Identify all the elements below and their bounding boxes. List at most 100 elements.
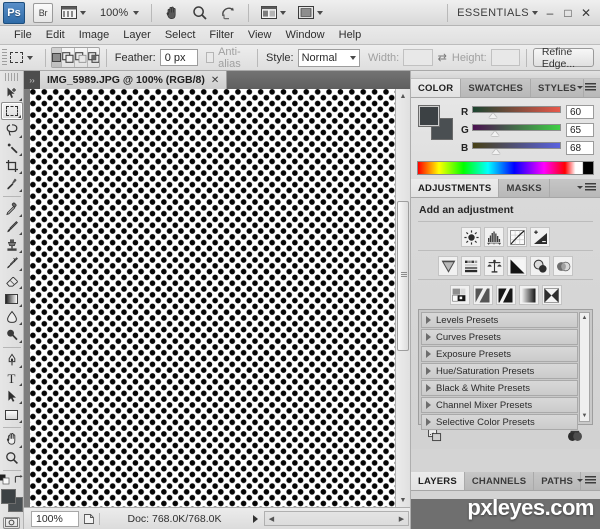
scroll-up-arrow-icon[interactable]: ▲ <box>580 313 589 323</box>
tab-layers[interactable]: LAYERS <box>411 472 465 490</box>
tab-paths[interactable]: PATHS <box>534 472 582 490</box>
rectangle-tool[interactable] <box>1 405 23 423</box>
image-canvas[interactable] <box>30 89 395 507</box>
adjustments-panel-menu-button[interactable] <box>577 183 596 192</box>
vibrance-icon[interactable] <box>438 256 458 276</box>
eraser-tool[interactable] <box>1 272 23 290</box>
channel-mixer-icon[interactable] <box>553 256 573 276</box>
zoom-level-dropdown[interactable]: 100% <box>94 3 143 23</box>
menu-select[interactable]: Select <box>158 27 203 43</box>
minimize-button[interactable]: – <box>541 5 559 21</box>
status-preview-icon[interactable] <box>79 513 99 525</box>
tab-channels[interactable]: CHANNELS <box>465 472 535 490</box>
red-value-input[interactable]: 60 <box>566 105 594 119</box>
width-input[interactable] <box>403 49 433 66</box>
green-slider-track[interactable] <box>472 123 561 137</box>
posterize-icon[interactable] <box>472 285 493 305</box>
preset-selective-color[interactable]: Selective Color Presets <box>421 414 578 430</box>
preset-hue-saturation[interactable]: Hue/Saturation Presets <box>421 363 578 379</box>
preset-levels[interactable]: Levels Presets <box>421 312 578 328</box>
black-and-white-icon[interactable] <box>507 256 527 276</box>
foreground-background-color[interactable] <box>0 488 24 513</box>
tab-swatches[interactable]: SWATCHES <box>461 79 532 97</box>
color-spectrum-ramp[interactable] <box>417 161 594 175</box>
move-tool[interactable] <box>1 84 23 102</box>
levels-icon[interactable] <box>484 227 504 247</box>
status-menu-arrow-icon[interactable] <box>253 514 258 523</box>
scroll-up-arrow-icon[interactable]: ▲ <box>396 89 410 103</box>
rotate-view-tool-button[interactable] <box>216 3 240 23</box>
blue-slider-track[interactable] <box>472 141 561 155</box>
tool-preset-chevron-down-icon[interactable] <box>26 55 33 60</box>
canvas-horizontal-scrollbar[interactable]: ◀ ||| ▶ <box>264 511 493 526</box>
preset-black-and-white[interactable]: Black & White Presets <box>421 380 578 396</box>
document-tab[interactable]: IMG_5989.JPG @ 100% (RGB/8) ✕ <box>40 71 228 89</box>
bridge-button[interactable]: Br <box>33 2 53 23</box>
crop-tool[interactable] <box>1 157 23 175</box>
add-to-selection-button[interactable] <box>62 48 76 67</box>
menu-window[interactable]: Window <box>279 27 332 43</box>
anti-alias-checkbox[interactable] <box>206 52 215 63</box>
options-bar-gripper[interactable] <box>2 48 7 67</box>
photo-filter-icon[interactable] <box>530 256 550 276</box>
history-brush-tool[interactable] <box>1 254 23 272</box>
new-selection-button[interactable] <box>52 48 63 67</box>
brightness-contrast-icon[interactable] <box>461 227 481 247</box>
scroll-down-arrow-icon[interactable]: ▼ <box>396 493 410 507</box>
tab-color[interactable]: COLOR <box>411 79 462 97</box>
menu-view[interactable]: View <box>241 27 279 43</box>
red-slider-thumb[interactable] <box>488 113 497 118</box>
color-balance-icon[interactable] <box>484 256 504 276</box>
quick-mask-mode-button[interactable] <box>3 517 20 529</box>
tab-bar-gripper[interactable]: ›› <box>24 71 40 89</box>
swap-dimensions-icon[interactable]: ⇄ <box>438 51 447 64</box>
brush-tool[interactable] <box>1 218 23 236</box>
clone-stamp-tool[interactable] <box>1 236 23 254</box>
current-tool-preview[interactable] <box>10 48 24 68</box>
layers-panel-menu-button[interactable] <box>577 476 596 485</box>
scroll-down-arrow-icon[interactable]: ▼ <box>580 411 589 421</box>
zoom-percentage-input[interactable]: 100% <box>31 510 79 527</box>
swap-colors-icon[interactable] <box>13 474 24 485</box>
preset-channel-mixer[interactable]: Channel Mixer Presets <box>421 397 578 413</box>
menu-help[interactable]: Help <box>332 27 369 43</box>
vertical-scroll-thumb[interactable] <box>397 201 409 351</box>
preset-exposure[interactable]: Exposure Presets <box>421 346 578 362</box>
close-button[interactable]: ✕ <box>577 5 595 21</box>
default-colors-icon[interactable] <box>0 474 10 485</box>
curves-icon[interactable] <box>507 227 527 247</box>
invert-icon[interactable] <box>449 285 470 305</box>
selective-color-icon[interactable] <box>541 285 562 305</box>
presets-scrollbar[interactable]: ▲ ▼ <box>579 312 590 422</box>
exposure-icon[interactable] <box>530 227 550 247</box>
canvas-vertical-scrollbar[interactable]: ▲ ▼ <box>395 89 410 507</box>
screen-mode-button[interactable] <box>294 3 327 23</box>
green-value-input[interactable]: 65 <box>566 123 594 137</box>
preset-curves[interactable]: Curves Presets <box>421 329 578 345</box>
threshold-icon[interactable] <box>495 285 516 305</box>
menu-file[interactable]: File <box>7 27 39 43</box>
green-slider-thumb[interactable] <box>490 131 499 136</box>
color-panel-menu-button[interactable] <box>577 83 596 92</box>
tab-masks[interactable]: MASKS <box>499 179 550 197</box>
toolbox-gripper[interactable] <box>4 73 19 82</box>
quick-selection-tool[interactable] <box>1 139 23 157</box>
scroll-right-arrow-icon[interactable]: ▶ <box>395 515 408 523</box>
menu-filter[interactable]: Filter <box>202 27 240 43</box>
hue-saturation-icon[interactable] <box>461 256 481 276</box>
path-selection-tool[interactable] <box>1 387 23 405</box>
zoom-tool-button[interactable] <box>188 3 212 23</box>
gradient-tool[interactable] <box>1 290 23 308</box>
eyedropper-tool[interactable] <box>1 175 23 193</box>
view-extras-button[interactable] <box>57 3 90 23</box>
close-icon[interactable]: ✕ <box>211 75 219 86</box>
intersect-with-selection-button[interactable] <box>88 48 100 67</box>
arrange-documents-button[interactable] <box>257 3 290 23</box>
scroll-left-arrow-icon[interactable]: ◀ <box>265 515 278 523</box>
hand-tool[interactable] <box>1 430 23 448</box>
blur-tool[interactable] <box>1 308 23 326</box>
spot-healing-brush-tool[interactable] <box>1 200 23 218</box>
menu-image[interactable]: Image <box>72 27 117 43</box>
menu-edit[interactable]: Edit <box>39 27 72 43</box>
maximize-button[interactable]: □ <box>559 5 577 21</box>
